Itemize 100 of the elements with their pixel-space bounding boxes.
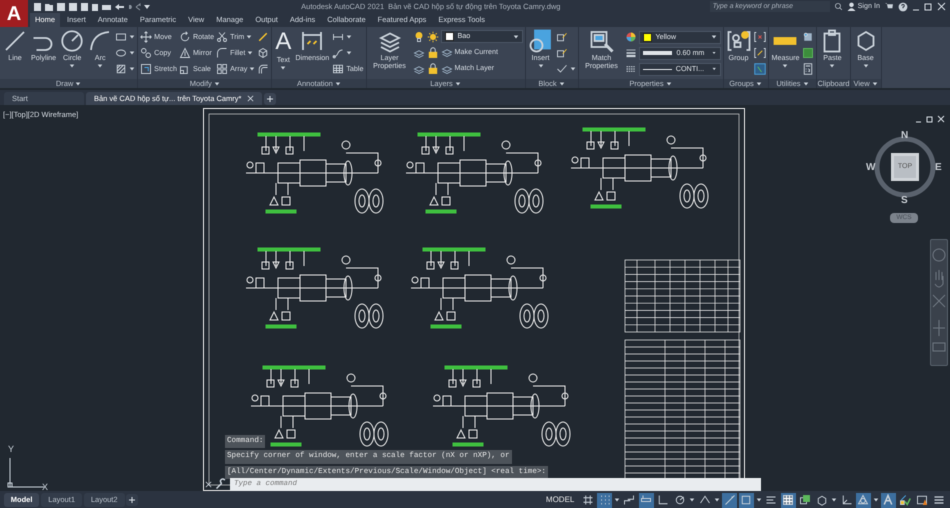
dimension-icon [300,29,324,53]
tool-button[interactable] [412,30,424,44]
selection-cycling-icon [798,494,811,506]
hatch-icon [115,63,128,75]
new-tab-icon[interactable] [264,93,276,105]
workspace-icon [899,494,911,506]
lineweight-icon [624,47,636,59]
status-toggle[interactable] [597,492,612,508]
transparency-icon [782,494,794,506]
compass-north[interactable]: N [901,128,908,143]
tool-button[interactable] [257,62,270,76]
offset-icon [257,63,270,75]
padlock-icon [426,47,438,59]
dot-grid-icon [598,494,611,506]
polar-tracking-icon [674,494,686,506]
rectangle-icon [115,31,128,43]
tool-button[interactable] [624,30,636,44]
line-sample [642,51,672,55]
gizmo-icon [857,494,870,506]
caret-icon [712,50,716,56]
tool-button[interactable] [802,62,814,76]
tool-button[interactable] [426,62,438,76]
close-icon[interactable] [247,95,254,102]
text-tool-glyph: A [275,29,292,55]
window-controls-icon[interactable] [912,2,946,11]
padlock-icon [426,63,438,75]
status-toggle[interactable] [638,492,654,508]
status-toggle[interactable] [780,492,796,508]
tool-button[interactable] [115,62,136,76]
line-sample [642,68,672,70]
color-wheel-icon [624,31,636,43]
copy-circles-icon [140,47,152,59]
object-snap-icon [740,494,752,506]
status-toggle[interactable] [738,492,754,508]
cube-icon [257,47,270,59]
group-selection-icon [754,63,766,75]
compass-east[interactable]: E [935,160,942,175]
fillet-icon [216,47,228,59]
caret-icon [512,34,518,40]
grid-icon [582,494,594,506]
tool-button[interactable] [426,46,438,60]
tool-button[interactable] [754,46,766,60]
tool-button[interactable] [257,30,270,44]
quick-access-toolbar-icons[interactable] [32,2,152,12]
mirror-triangle-icon [178,47,191,59]
caret-icon [712,66,716,72]
stretch-icon [140,63,152,75]
pencil-icon [257,31,270,43]
group-edit-icon [754,47,766,59]
tool-button[interactable] [802,46,814,60]
model-space-button[interactable]: MODEL [542,494,578,506]
light-bulb-icon [412,31,424,43]
user-icon [846,2,856,11]
object-tracking-icon [724,494,736,506]
tool-button[interactable] [754,30,766,44]
annotation-scale-icon [882,494,894,506]
status-toggle[interactable] [880,492,896,508]
constraint-icon [623,494,636,506]
calculator-icon [802,63,814,75]
insert-block-icon [528,29,552,53]
table-icon [332,63,344,75]
ucs-axes-icon [7,457,47,489]
lineweight-display-icon [765,494,778,506]
point-id-icon [802,31,814,43]
compass-south[interactable]: S [901,193,908,208]
status-toggle[interactable] [898,492,912,508]
sun-icon [426,31,438,43]
tool-button[interactable] [426,30,438,44]
block-edit-icon [556,31,568,43]
dynamic-ucs-icon [840,494,852,506]
help-icon[interactable] [898,2,908,12]
tool-button[interactable] [754,62,766,76]
status-toggle[interactable] [622,492,637,508]
3d-snap-icon [816,494,828,506]
tool-button[interactable] [257,46,270,60]
circle-icon [60,29,84,53]
leader-icon [332,47,344,59]
new-layout-icon[interactable] [126,494,138,506]
compass-west[interactable]: W [866,160,876,175]
rotate-icon [178,31,191,43]
y-axis-label: Y [8,443,14,456]
status-toggle[interactable] [722,492,737,508]
block-edit-icon [556,47,568,59]
ortho-icon [657,494,670,506]
search-icon [834,2,843,11]
quick-select-icon [802,47,814,59]
hardware-icon [916,494,928,506]
isodraft-icon [698,494,711,506]
ellipse-icon [115,47,128,59]
status-toggle[interactable] [856,492,871,508]
wrench-icon[interactable] [215,478,227,490]
match-properties-icon [590,29,614,53]
viewport-window-controls-icon[interactable] [915,115,945,123]
x-axis-label: X [42,481,48,494]
close-icon[interactable] [205,480,212,488]
tool-button[interactable] [802,30,814,44]
ungroup-icon [754,31,766,43]
move-arrows-icon [140,31,152,43]
cart-icon[interactable] [884,2,894,11]
app-logo[interactable]: A [0,0,28,27]
